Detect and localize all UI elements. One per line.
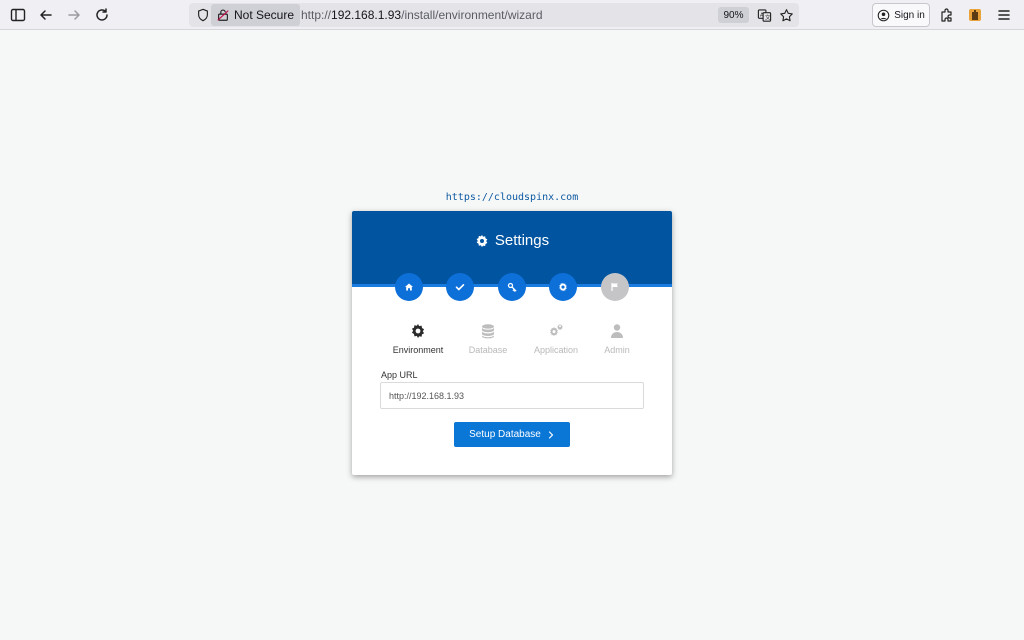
step-home[interactable]: [395, 273, 423, 301]
extensions-button[interactable]: [936, 4, 958, 26]
tab-application-label: Application: [533, 345, 579, 355]
environment-tabs: Environment Database Application Admin: [380, 323, 644, 359]
puzzle-icon: [941, 8, 952, 22]
reload-button[interactable]: [91, 4, 113, 26]
not-secure-label: Not Secure: [234, 8, 295, 22]
step-requirements[interactable]: [446, 273, 474, 301]
gears-icon: [550, 324, 563, 337]
back-arrow-icon: [40, 10, 52, 20]
app-url-label: App URL: [381, 370, 418, 380]
check-icon: [455, 284, 465, 291]
menu-button[interactable]: [993, 4, 1015, 26]
back-button[interactable]: [35, 4, 57, 26]
gear-icon: [476, 234, 488, 247]
shield-icon[interactable]: [195, 7, 211, 23]
step-final[interactable]: [601, 273, 629, 301]
url-host: 192.168.1.93: [331, 8, 402, 22]
user-icon: [611, 324, 623, 338]
card-title: Settings: [352, 232, 672, 249]
account-icon: [877, 9, 890, 21]
setup-database-button[interactable]: Setup Database: [454, 422, 570, 447]
translate-icon[interactable]: A文: [756, 7, 772, 23]
step-environment[interactable]: [549, 273, 577, 301]
sign-in-label: Sign in: [894, 9, 925, 21]
bookmark-star-icon[interactable]: [778, 7, 794, 23]
reload-icon: [96, 8, 108, 21]
svg-text:文: 文: [764, 13, 770, 21]
forward-arrow-icon: [68, 10, 80, 20]
not-secure-badge[interactable]: Not Secure: [211, 4, 301, 26]
svg-text:A: A: [760, 12, 764, 18]
database-icon: [482, 324, 494, 339]
step-permissions[interactable]: [498, 273, 526, 301]
address-bar[interactable]: Not Secure http://192.168.1.93/install/e…: [189, 3, 799, 27]
tab-admin[interactable]: Admin: [582, 323, 652, 355]
url-text[interactable]: http://192.168.1.93/install/environment/…: [301, 8, 543, 22]
sidebar-toggle-button[interactable]: [7, 4, 29, 26]
tab-environment-label: Environment: [392, 345, 444, 355]
page-title: Settings: [494, 232, 550, 249]
tab-database-label: Database: [468, 345, 508, 355]
home-icon: [405, 283, 413, 291]
tab-environment[interactable]: Environment: [383, 323, 453, 355]
extension-button[interactable]: [964, 4, 986, 26]
tab-admin-label: Admin: [604, 345, 630, 355]
sidebar-icon: [10, 8, 26, 22]
tab-application[interactable]: Application: [521, 323, 591, 355]
unlocked-padlock-icon: [217, 9, 229, 21]
tab-database[interactable]: Database: [453, 323, 523, 355]
zoom-level-badge[interactable]: 90%: [718, 7, 749, 23]
url-path: /install/environment/wizard: [401, 8, 543, 22]
url-prefix: http://: [301, 8, 332, 22]
gear-icon: [411, 324, 425, 338]
sign-in-button[interactable]: Sign in: [872, 3, 930, 27]
chevron-right-icon: [548, 430, 553, 439]
site-link[interactable]: https://cloudspinx.com: [352, 192, 672, 203]
browser-toolbar: Not Secure http://192.168.1.93/install/e…: [0, 0, 1024, 30]
installer-card: Settings Environment Database Applicatio…: [352, 211, 672, 475]
flag-icon: [611, 283, 618, 291]
setup-database-label: Setup Database: [469, 429, 541, 440]
gear-icon: [559, 282, 567, 292]
hamburger-menu-icon: [998, 10, 1010, 20]
app-url-input[interactable]: [380, 382, 644, 409]
key-icon: [507, 282, 517, 292]
forward-button[interactable]: [63, 4, 85, 26]
extension-logo-icon: [969, 9, 981, 21]
